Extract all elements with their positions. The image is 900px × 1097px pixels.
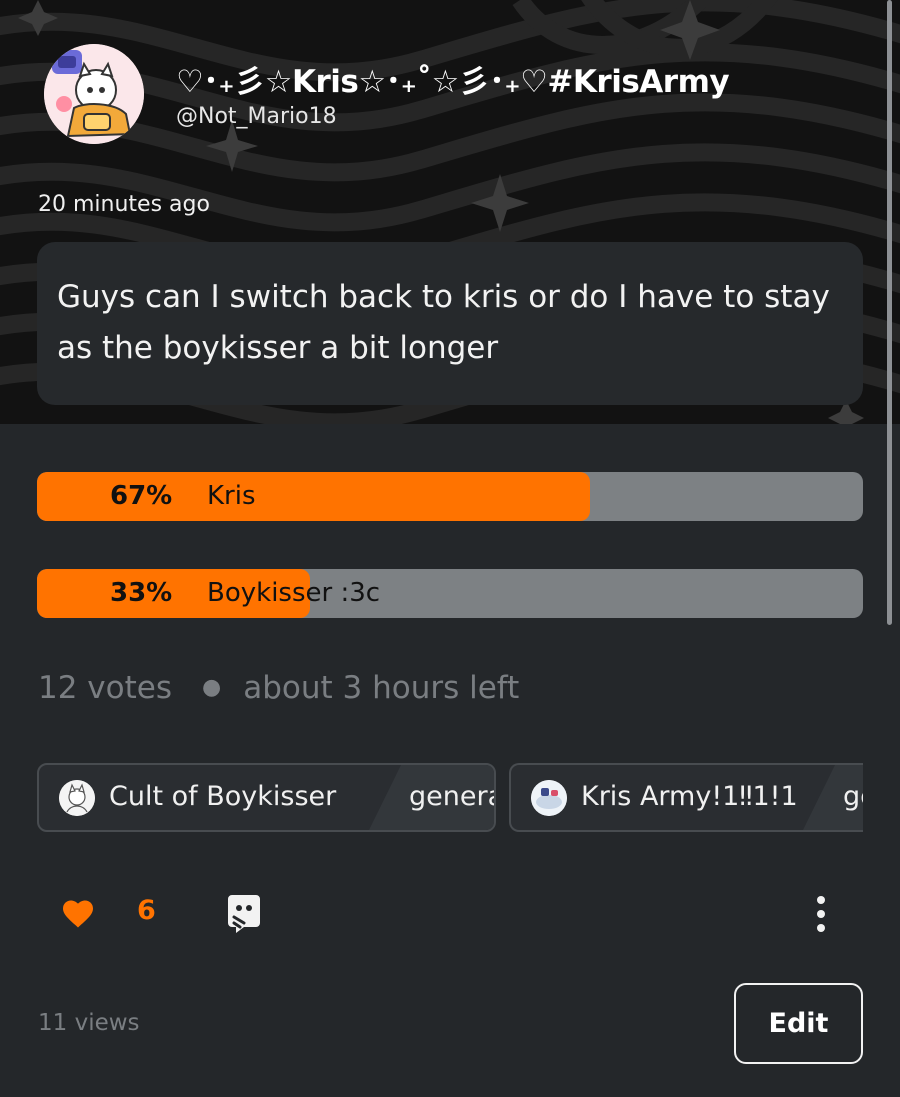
profile-banner: ♡･₊彡☆Kris☆･₊˚☆彡･₊♡#KrisArmy @Not_Mario18… <box>0 0 900 424</box>
poll-option-percent: 33% <box>110 578 173 608</box>
poll-vote-count: 12 votes <box>38 670 172 706</box>
author-display-name[interactable]: ♡･₊彡☆Kris☆･₊˚☆彡･₊♡#KrisArmy <box>176 56 730 101</box>
more-options-icon[interactable] <box>808 894 834 934</box>
post-timestamp: 20 minutes ago <box>38 192 210 217</box>
community-channel-label: general <box>843 781 863 812</box>
poll-meta: 12 votes ● about 3 hours left <box>38 670 519 706</box>
separator-dot: ● <box>202 675 222 700</box>
community-channel-tag[interactable]: general <box>803 765 863 830</box>
post-content-card: Guys can I switch back to kris or do I h… <box>37 242 863 405</box>
comment-icon[interactable] <box>226 893 262 933</box>
poll-time-left: about 3 hours left <box>243 670 520 706</box>
poll-option-label: Boykisser :3c <box>207 578 381 608</box>
community-channel-label: general <box>409 781 494 812</box>
community-name: Kris Army!1‼1!1 <box>581 781 798 812</box>
heart-icon[interactable] <box>60 896 96 932</box>
author-handle[interactable]: @Not_Mario18 <box>176 104 337 129</box>
community-chip-cult-of-boykisser[interactable]: Cult of Boykisser general <box>37 763 496 832</box>
community-avatar <box>59 780 95 816</box>
view-count: 11 views <box>38 1010 140 1036</box>
author-avatar[interactable] <box>44 44 144 144</box>
community-name: Cult of Boykisser <box>109 781 337 812</box>
poll-option-boykisser[interactable]: 33% Boykisser :3c <box>37 569 863 618</box>
poll-option-kris[interactable]: 67% Kris <box>37 472 863 521</box>
community-chip-kris-army[interactable]: Kris Army!1‼1!1 general <box>509 763 863 832</box>
community-channel-tag[interactable]: general <box>369 765 494 830</box>
poll-option-percent: 67% <box>110 481 173 511</box>
poll-option-label: Kris <box>207 481 256 511</box>
post-text: Guys can I switch back to kris or do I h… <box>57 279 830 366</box>
like-count[interactable]: 6 <box>137 895 156 926</box>
edit-button[interactable]: Edit <box>734 983 863 1064</box>
scrollbar[interactable] <box>887 0 892 625</box>
community-avatar <box>531 780 567 816</box>
